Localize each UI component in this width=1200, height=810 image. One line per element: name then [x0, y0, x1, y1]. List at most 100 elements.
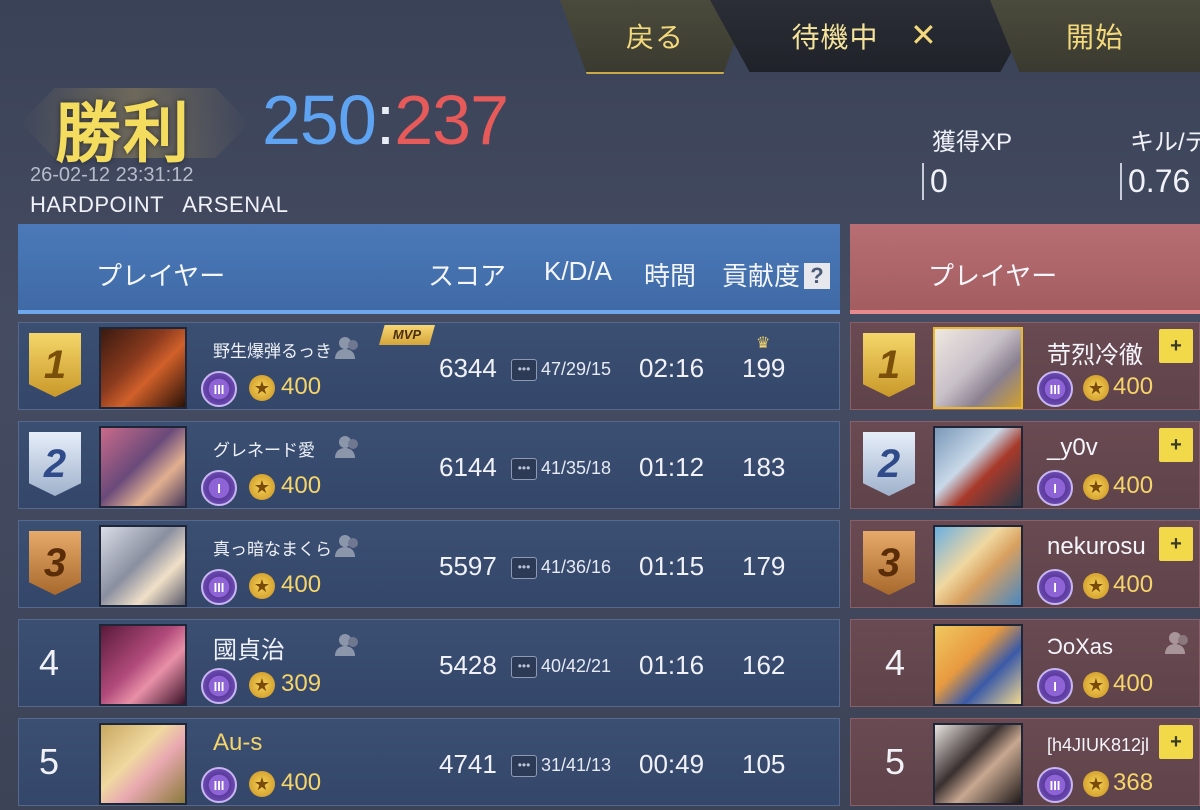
rank-level-icon: III [1037, 371, 1073, 407]
rank-level-icon: I [1037, 569, 1073, 605]
kda-icon: ••• [511, 359, 537, 381]
player-score: 5597 [439, 551, 497, 581]
rank-level-icon: III [201, 668, 237, 704]
avatar[interactable] [933, 525, 1023, 607]
blue-team-score: 250 [262, 81, 377, 159]
table-row[interactable]: 3 真っ暗なまくら III ★ 400 5597 ••• 41/36/16 01… [18, 520, 840, 608]
star-coin-icon: ★ [1083, 573, 1109, 599]
player-name: [h4JIUK812jl [1047, 735, 1150, 755]
avatar[interactable] [933, 327, 1023, 409]
avatar[interactable] [933, 624, 1023, 706]
player-points: 400 [281, 373, 322, 400]
player-time: 01:15 [639, 551, 705, 581]
player-score: 6144 [439, 452, 497, 482]
rank-level-icon: III [1037, 767, 1073, 803]
table-row[interactable]: 2 グレネード愛 I ★ 400 6144 ••• 41/35/18 01:12… [18, 421, 840, 509]
player-kda: 31/41/13 [541, 755, 612, 775]
kda-icon: ••• [511, 656, 537, 678]
score-separator: : [375, 81, 395, 159]
avatar[interactable] [99, 723, 187, 805]
friend-icon[interactable] [333, 434, 361, 460]
header-kda: K/D/A [544, 256, 612, 286]
player-name: _y0v [1047, 434, 1098, 461]
friend-icon[interactable] [333, 533, 361, 559]
help-icon[interactable]: ? [804, 263, 831, 289]
star-coin-icon: ★ [249, 474, 275, 500]
player-name: グレネード愛 [213, 441, 315, 460]
player-points: 309 [281, 670, 322, 697]
kd-label: キル/デ [1130, 129, 1200, 156]
enemy-row[interactable]: 2 _y0v + I ★ 400 [850, 421, 1200, 509]
player-name: Au-s [213, 729, 263, 756]
rank-number: 5 [39, 741, 60, 782]
add-friend-button[interactable]: + [1159, 527, 1193, 561]
rank-badge: 1 [29, 333, 81, 397]
friend-icon[interactable] [333, 335, 361, 361]
header-player: プレイヤー [96, 261, 226, 291]
rank-badge: 3 [863, 531, 915, 595]
avatar[interactable] [99, 624, 187, 706]
player-points: 400 [281, 571, 322, 598]
enemy-row[interactable]: 5 [h4JIUK812jl + III ★ 368 [850, 718, 1200, 806]
player-points: 400 [1113, 571, 1154, 598]
player-time: 00:49 [639, 749, 705, 779]
player-time: 02:16 [639, 353, 705, 383]
rank-level-icon: III [201, 569, 237, 605]
top-bar: 戻る 待機中 ✕ 開始 [560, 0, 1200, 74]
player-kda: 40/42/21 [541, 656, 612, 676]
player-time: 01:12 [639, 452, 705, 482]
avatar[interactable] [933, 723, 1023, 805]
player-kda: 47/29/15 [541, 359, 612, 379]
avatar[interactable] [99, 327, 187, 409]
avatar[interactable] [933, 426, 1023, 508]
header-contribution: 貢献度? [722, 256, 831, 293]
match-datetime: 26-02-12 23:31:12 [30, 164, 194, 186]
xp-stat: 獲得XP 0 [922, 122, 1012, 200]
kd-stat: キル/デ 0.76 [1120, 122, 1200, 200]
player-score: 4741 [439, 749, 497, 779]
match-mode: HARDPOINT ARSENAL [30, 192, 289, 217]
rank-level-icon: I [1037, 470, 1073, 506]
result-title: 勝利 [55, 94, 191, 172]
player-contribution: 105 [742, 749, 786, 779]
cancel-wait-icon[interactable]: ✕ [910, 16, 937, 54]
enemy-row[interactable]: 4 ƆoXas I ★ 400 [850, 619, 1200, 707]
table-row[interactable]: 4 國貞治 III ★ 309 5428 ••• 40/42/21 01:16 … [18, 619, 840, 707]
table-row[interactable]: 5 Au-s III ★ 400 4741 ••• 31/41/13 00:49… [18, 718, 840, 806]
avatar[interactable] [99, 426, 187, 508]
crown-icon: ♛ [756, 335, 771, 352]
player-kda: 41/36/16 [541, 557, 612, 577]
player-time: 01:16 [639, 650, 705, 680]
player-name: 野生爆弾るっき [213, 342, 332, 361]
waiting-status: 待機中 [710, 0, 1040, 72]
player-name: 苛烈冷徹 [1047, 342, 1143, 369]
player-name: ƆoXas [1047, 634, 1114, 659]
star-coin-icon: ★ [1083, 474, 1109, 500]
rank-level-icon: III [201, 371, 237, 407]
star-coin-icon: ★ [249, 573, 275, 599]
avatar[interactable] [99, 525, 187, 607]
star-coin-icon: ★ [1083, 771, 1109, 797]
table-row[interactable]: 1 野生爆弾るっき III ★ 400 MVP 6344 ••• 47/29/1… [18, 322, 840, 410]
player-points: 400 [1113, 670, 1154, 697]
header-time: 時間 [644, 261, 697, 291]
enemy-row[interactable]: 3 nekurosu + I ★ 400 [850, 520, 1200, 608]
friend-icon[interactable] [1163, 630, 1191, 656]
header-contribution-label: 貢献度 [722, 261, 801, 291]
friend-icon[interactable] [333, 632, 361, 658]
player-points: 400 [281, 472, 322, 499]
player-points: 400 [1113, 472, 1154, 499]
add-friend-button[interactable]: + [1159, 428, 1193, 462]
enemy-row[interactable]: 1 苛烈冷徹 + III ★ 400 [850, 322, 1200, 410]
star-coin-icon: ★ [249, 672, 275, 698]
rank-badge: 3 [29, 531, 81, 595]
player-name: nekurosu [1047, 533, 1146, 560]
star-coin-icon: ★ [1083, 375, 1109, 401]
player-score: 5428 [439, 650, 497, 680]
start-button[interactable]: 開始 [990, 0, 1200, 72]
add-friend-button[interactable]: + [1159, 329, 1193, 363]
add-friend-button[interactable]: + [1159, 725, 1193, 759]
enemy-header-player: プレイヤー [928, 261, 1058, 291]
rank-number: 4 [885, 642, 906, 683]
player-contribution: 183 [742, 452, 786, 482]
